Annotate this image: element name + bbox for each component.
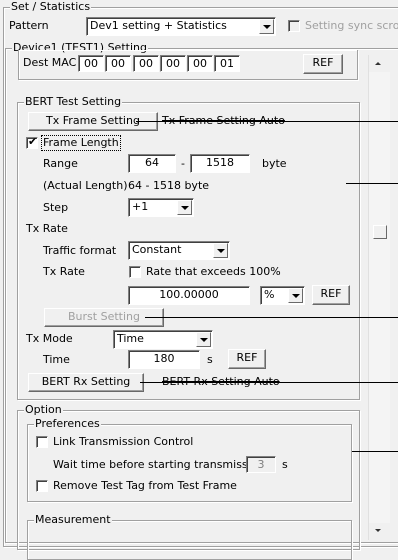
rate-value-input[interactable]: 100.00000	[128, 286, 250, 305]
exceed-rate-label: Rate that exceeds 100%	[146, 265, 281, 278]
tx-mode-label: Tx Mode	[26, 332, 73, 345]
pattern-label: Pattern	[9, 19, 49, 32]
range-unit: byte	[262, 157, 287, 170]
rate-unit-value: %	[264, 288, 275, 301]
mac-octet-5[interactable]: 00	[187, 55, 213, 72]
step-label: Step	[43, 201, 69, 214]
actual-length-value: 64 - 1518 byte	[128, 179, 210, 192]
pattern-select-value: Dev1 setting + Statistics	[90, 19, 227, 32]
mac-ref-button[interactable]: REF	[303, 54, 343, 74]
vertical-scrollbar[interactable]	[368, 55, 390, 540]
setting-sync-scroll-label: Setting sync scroll	[305, 19, 398, 32]
rate-unit-select[interactable]: %	[260, 286, 305, 305]
chevron-down-icon[interactable]	[259, 19, 274, 34]
chevron-down-icon[interactable]	[177, 200, 192, 215]
range-min-input[interactable]: 64	[128, 154, 176, 173]
time-label: Time	[43, 353, 70, 366]
bert-rx-setting-button[interactable]: BERT Rx Setting	[28, 373, 144, 392]
measurement-group: Measurement	[27, 514, 352, 560]
time-unit: s	[207, 353, 213, 366]
frame-length-checkbox[interactable]	[26, 135, 38, 149]
time-ref-button[interactable]: REF	[228, 349, 266, 369]
remove-test-tag-label: Remove Test Tag from Test Frame	[53, 479, 237, 492]
link-transmission-label: Link Transmission Control	[53, 435, 194, 448]
wait-time-label: Wait time before starting transmission	[53, 458, 265, 471]
chevron-down-icon[interactable]	[288, 288, 303, 303]
mac-octet-2[interactable]: 00	[105, 55, 131, 72]
chevron-down-icon[interactable]	[213, 243, 228, 258]
tx-mode-select[interactable]: Time	[113, 330, 213, 349]
tx-rate-header: Tx Rate	[26, 222, 68, 235]
setting-sync-scroll-checkbox[interactable]	[288, 20, 300, 32]
wait-time-input[interactable]: 3	[246, 456, 276, 473]
measurement-caption: Measurement	[34, 513, 112, 526]
bert-test-setting-caption: BERT Test Setting	[24, 95, 123, 108]
chevron-down-icon[interactable]	[196, 332, 211, 347]
frame-length-label[interactable]: Frame Length	[41, 135, 121, 151]
remove-test-tag-checkbox[interactable]	[36, 480, 48, 492]
burst-callout-line	[145, 317, 398, 318]
range-max-input[interactable]: 1518	[190, 154, 250, 173]
tx-rate-label: Tx Rate	[43, 265, 85, 278]
step-select[interactable]: +1	[128, 198, 194, 217]
dest-mac-label: Dest MAC	[23, 56, 77, 69]
mac-octet-6[interactable]: 01	[214, 55, 240, 72]
mac-octet-4[interactable]: 00	[160, 55, 186, 72]
preferences-caption: Preferences	[34, 417, 101, 430]
rate-ref-button[interactable]: REF	[312, 285, 350, 305]
mac-octet-3[interactable]: 00	[133, 55, 159, 72]
preferences-callout-line	[352, 451, 398, 452]
set-statistics-caption: Set / Statistics	[10, 0, 92, 13]
scroll-down-icon[interactable]	[369, 523, 390, 540]
pattern-select[interactable]: Dev1 setting + Statistics	[86, 17, 276, 36]
traffic-format-select[interactable]: Constant	[128, 241, 230, 260]
mac-octet-1[interactable]: 00	[78, 55, 104, 72]
time-input[interactable]: 180	[128, 350, 200, 369]
step-select-value: +1	[132, 200, 149, 213]
range-label: Range	[43, 157, 78, 170]
scrollbar-thumb[interactable]	[373, 225, 387, 239]
tx-frame-callout-line	[136, 121, 398, 122]
actual-length-label: (Actual Length)	[43, 179, 128, 192]
frame-length-callout-line	[346, 183, 398, 184]
link-transmission-checkbox[interactable]	[36, 436, 48, 448]
traffic-format-value: Constant	[132, 243, 182, 256]
range-separator: -	[181, 157, 185, 170]
traffic-format-label: Traffic format	[43, 244, 117, 257]
bert-rx-callout-line	[140, 382, 398, 383]
scroll-up-icon[interactable]	[369, 55, 390, 72]
exceed-rate-checkbox[interactable]	[129, 266, 141, 278]
wait-time-unit: s	[282, 458, 288, 471]
option-caption: Option	[24, 403, 63, 416]
tx-mode-value: Time	[117, 332, 144, 345]
